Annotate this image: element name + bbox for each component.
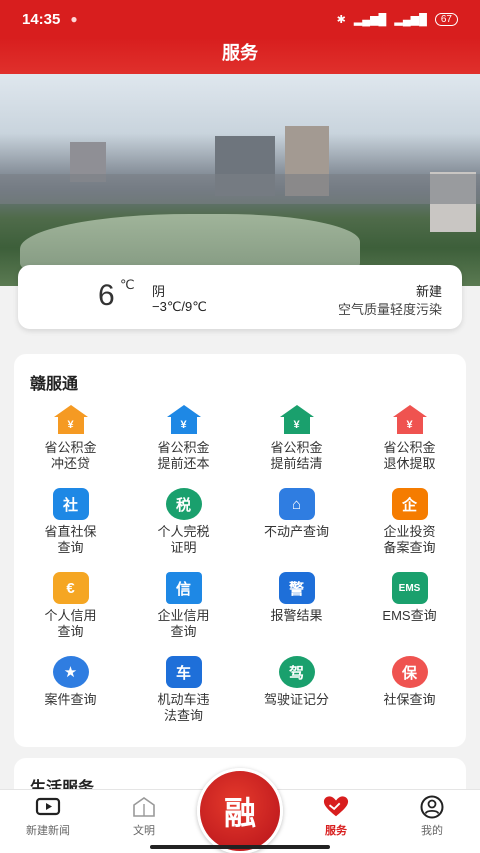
civilization-icon [131,796,157,818]
enterprise-investment-icon: 企 [390,486,430,522]
service-item[interactable]: 驾驾驶证记分 [240,654,353,738]
social-security-query-icon: 保 [390,654,430,690]
service-label: 省直社保 查询 [44,524,97,555]
service-label: 省公积金 提前结清 [270,440,323,471]
service-label: 案件查询 [44,692,97,707]
bluetooth-icon: ✱ [336,13,346,26]
police-report-icon: 警 [277,570,317,606]
weather-unit: ℃ [120,277,135,292]
rong-center-icon: 融 [223,794,256,832]
profile-icon [419,795,445,819]
service-label: 省公积金 退休提取 [383,440,436,471]
tax-certificate-icon: 税 [164,486,204,522]
service-item[interactable]: ★ 案件查询 [14,654,127,738]
page-title: 服务 [0,38,480,74]
real-estate-icon: ⌂ [277,486,317,522]
air-quality: 空气质量轻度污染 [337,302,442,317]
city-banner-image [0,74,480,286]
weather-range: −3℃/9℃ [152,299,207,314]
service-item[interactable]: ¥ 省公积金 冲还贷 [14,402,127,486]
housing-fund-prepay-icon: ¥ [164,402,204,438]
status-indicators: ✱ ▂▄▆█ ▂▄▆█ 67 [336,12,458,26]
service-label: 不动产查询 [263,524,329,539]
service-label: 省公积金 冲还贷 [44,440,97,471]
service-label: 机动车违 法查询 [157,692,210,723]
status-time: 14:35 [22,10,61,28]
gan-fu-tong-section: 赣服通 ¥ 省公积金 冲还贷 ¥ 省公积金 提前还本 ¥ 省公积金 提前结清 ¥ 省公积金 退… [14,354,466,747]
service-item[interactable]: ⌂ 不动产查询 [240,486,353,570]
service-label: 报警结果 [270,608,323,623]
service-heart-icon [323,796,349,818]
tab-civilization[interactable]: 文明 [96,790,192,853]
battery-icon: 67 [434,12,458,26]
enterprise-credit-icon: 信 [164,570,204,606]
service-item[interactable]: ¥ 省公积金 退休提取 [353,402,466,486]
rong-center-button[interactable]: 融 [197,768,283,853]
ems-icon: EMS [390,570,430,606]
section-title: 赣服通 [30,376,79,393]
vehicle-violation-icon: 车 [164,654,204,690]
service-item[interactable]: 信企业信用 查询 [127,570,240,654]
service-item[interactable]: 车机动车违 法查询 [127,654,240,738]
service-item[interactable]: EMS EMS查询 [353,570,466,654]
service-label: EMS查询 [382,608,437,623]
tab-news[interactable]: 新建新闻 [0,790,96,853]
service-label: 企业信用 查询 [157,608,210,639]
housing-fund-repay-icon: ¥ [51,402,91,438]
service-item[interactable]: 保社保查询 [353,654,466,738]
service-item[interactable]: ¥ 省公积金 提前还本 [127,402,240,486]
social-insurance-icon: 社 [51,486,91,522]
weather-city: 新建 [415,284,442,299]
service-item[interactable]: 企企业投资 备案查询 [353,486,466,570]
recording-icon: ● [70,12,78,26]
weather-card[interactable]: 6 ℃ 阴 −3℃/9℃ 新建 空气质量轻度污染 [18,265,462,329]
video-news-icon [35,796,61,818]
tab-label: 我的 [421,825,443,837]
home-indicator[interactable] [150,845,330,849]
service-item[interactable]: 警报警结果 [240,570,353,654]
case-query-icon: ★ [51,654,91,690]
housing-fund-settle-icon: ¥ [277,402,317,438]
service-label: 社保查询 [383,692,436,707]
weather-temperature: 6 [98,279,115,312]
tab-service[interactable]: 服务 [288,790,384,853]
status-bar: 14:35 ● ✱ ▂▄▆█ ▂▄▆█ 67 [0,0,480,38]
wifi-signal-icon: ▂▄▆█ [394,13,427,26]
driver-license-icon: 驾 [277,654,317,690]
service-item[interactable]: ¥ 省公积金 提前结清 [240,402,353,486]
service-item[interactable]: 税个人完税 证明 [127,486,240,570]
housing-fund-retire-icon: ¥ [390,402,430,438]
service-label: 个人完税 证明 [157,524,210,555]
service-item[interactable]: 社省直社保 查询 [14,486,127,570]
tab-label: 服务 [325,825,347,837]
service-item[interactable]: € 个人信用 查询 [14,570,127,654]
signal-icon: ▂▄▆█ [353,13,387,26]
service-label: 省公积金 提前还本 [157,440,210,471]
weather-condition: 阴 [152,284,166,299]
service-grid: ¥ 省公积金 冲还贷 ¥ 省公积金 提前还本 ¥ 省公积金 提前结清 ¥ 省公积金 退休提取社… [14,402,466,738]
tab-profile[interactable]: 我的 [384,790,480,853]
service-label: 企业投资 备案查询 [383,524,436,555]
tab-label: 新建新闻 [26,825,70,837]
service-label: 个人信用 查询 [44,608,97,639]
tab-label: 文明 [133,825,155,837]
service-label: 驾驶证记分 [263,692,329,707]
personal-credit-icon: € [51,570,91,606]
